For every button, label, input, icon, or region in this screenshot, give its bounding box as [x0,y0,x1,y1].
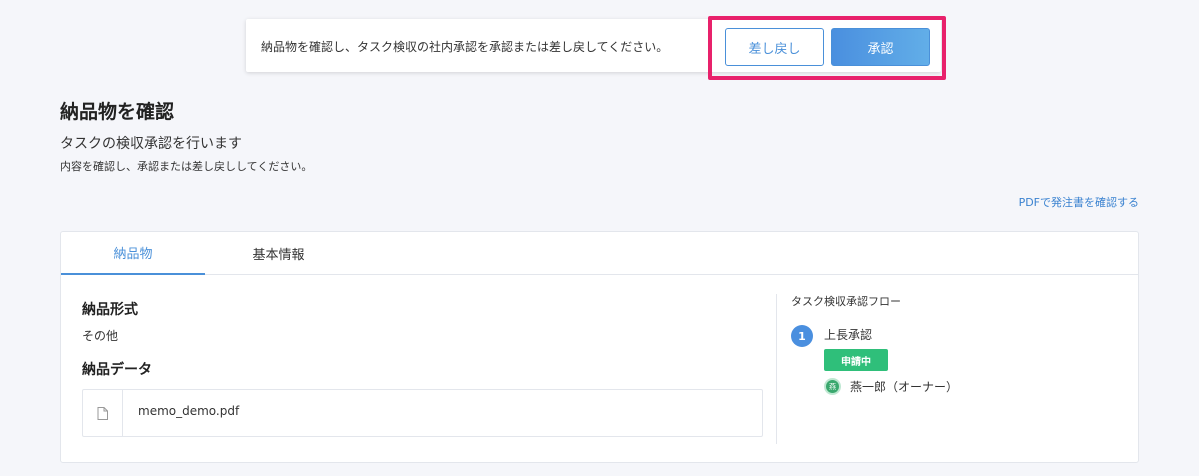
tab-deliverables[interactable]: 納品物 [61,232,205,275]
file-name[interactable]: memo_demo.pdf [138,404,239,418]
flow-heading: タスク検収承認フロー [791,295,901,308]
page-title: 納品物を確認 [60,101,175,123]
file-icon-cell [83,390,123,436]
tab-bar: 納品物 基本情報 [61,232,1138,275]
delivery-card: 納品物 基本情報 納品形式 その他 納品データ memo_demo.pdf タス… [60,231,1139,463]
pdf-order-link[interactable]: PDFで発注書を確認する [1019,194,1139,210]
send-back-button[interactable]: 差し戻し [725,28,824,66]
page-description: 内容を確認し、承認または差し戻ししてください。 [60,160,313,173]
step-number-badge: 1 [791,325,813,347]
notice-text: 納品物を確認し、タスク検収の社内承認を承認または差し戻してください。 [261,40,669,54]
status-badge: 申請中 [824,349,888,371]
step-label: 上長承認 [824,328,873,342]
page-subtitle: タスクの検収承認を行います [60,136,242,152]
file-row[interactable]: memo_demo.pdf [82,389,763,437]
approve-button[interactable]: 承認 [831,28,930,66]
avatar: 燕 [824,378,841,395]
tab-basic-info[interactable]: 基本情報 [206,232,351,275]
column-divider [776,294,777,444]
data-heading: 納品データ [82,362,152,378]
format-value: その他 [82,329,119,343]
format-heading: 納品形式 [82,302,138,318]
approver-name: 燕一郎（オーナー） [850,380,959,394]
document-icon [97,406,108,420]
